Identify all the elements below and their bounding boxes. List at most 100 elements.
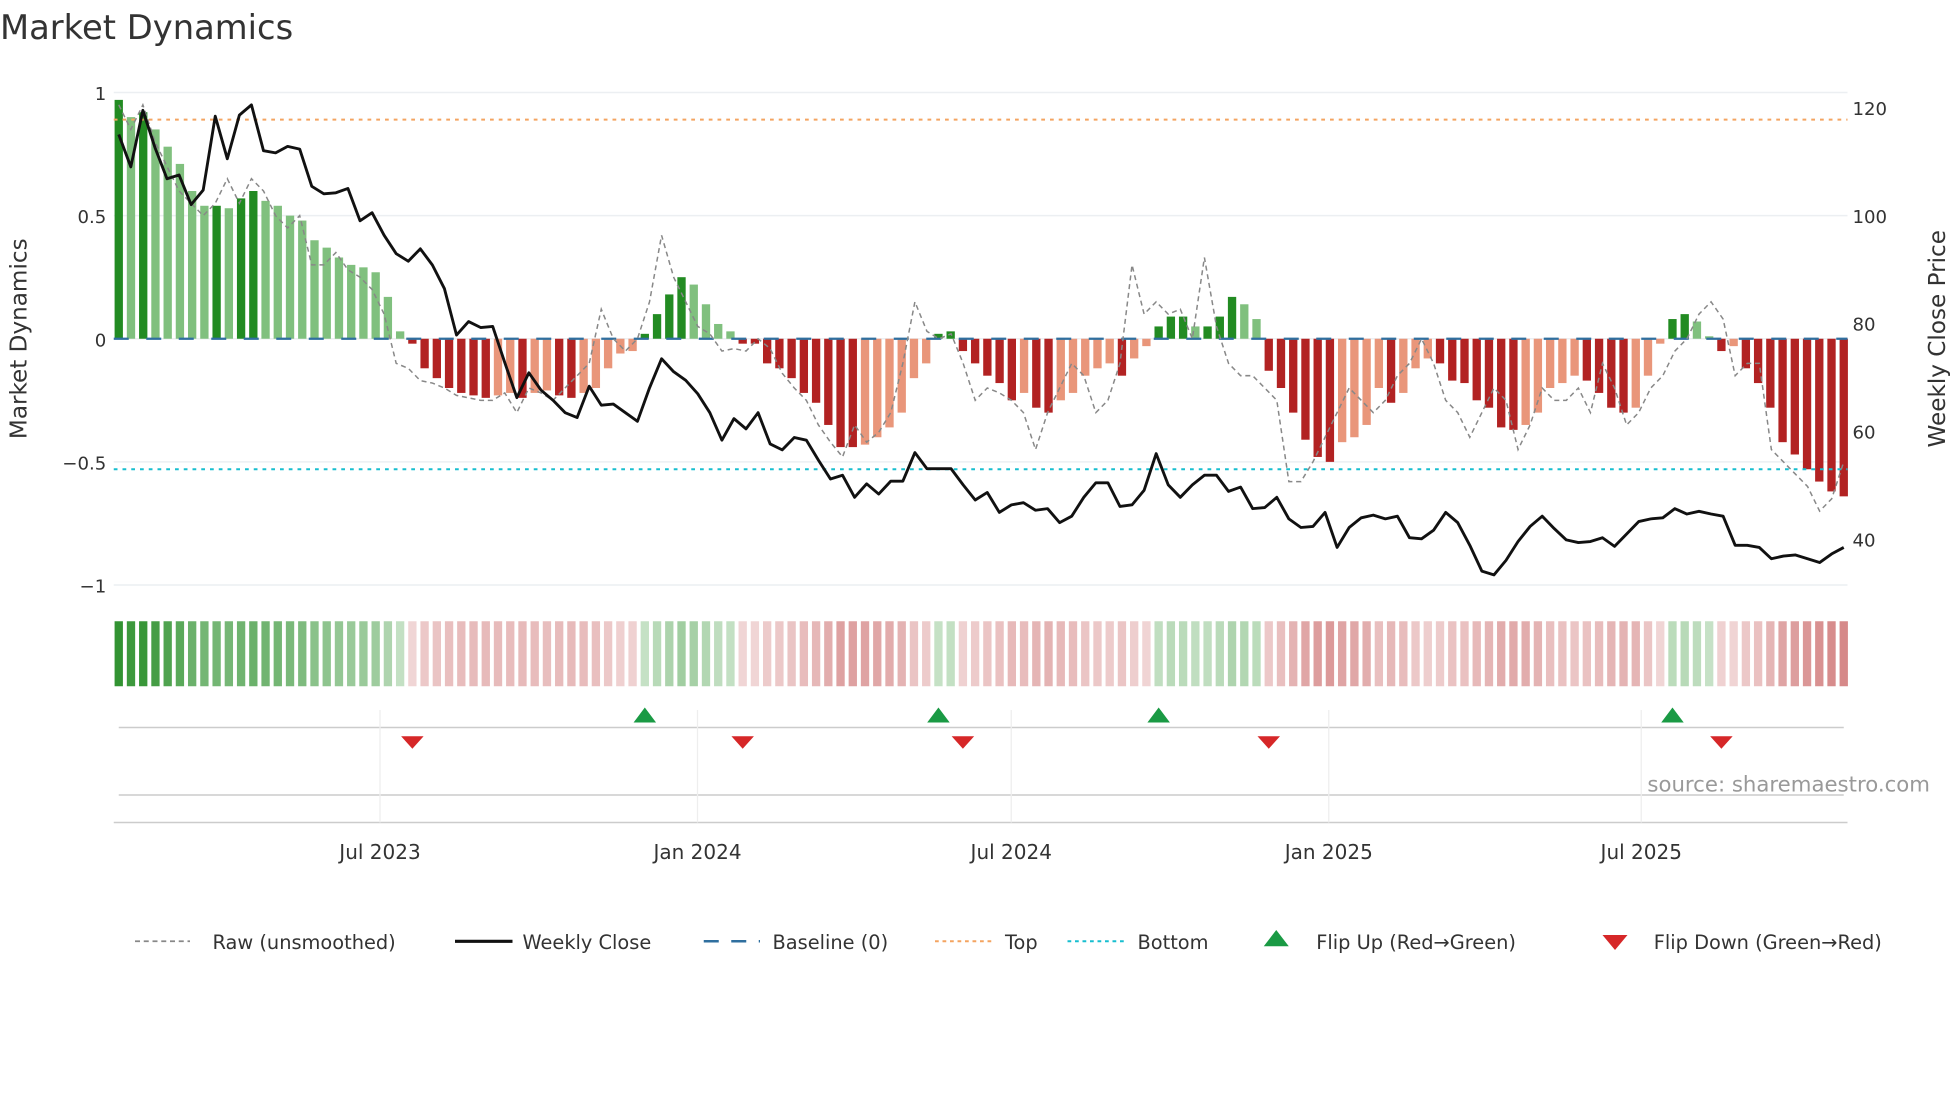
heat-strip-cell bbox=[310, 621, 319, 687]
heat-strip-cell bbox=[860, 621, 870, 687]
heat-strip-cell bbox=[1668, 621, 1677, 687]
dynamics-bar bbox=[1301, 338, 1310, 440]
flip-down-marker bbox=[731, 736, 754, 749]
heat-strip-cell bbox=[1423, 621, 1432, 687]
heat-strip-cell bbox=[1753, 621, 1763, 687]
x-tick-label: Jul 2025 bbox=[1599, 840, 1682, 864]
dynamics-bar bbox=[1081, 338, 1090, 376]
heat-strip-cell bbox=[395, 621, 405, 687]
dynamics-bar bbox=[1656, 338, 1665, 344]
dynamics-bar bbox=[799, 338, 809, 393]
dynamics-bar bbox=[1019, 338, 1029, 393]
dynamics-bar bbox=[1252, 319, 1261, 339]
dynamics-bar bbox=[1313, 338, 1322, 457]
dynamics-bar bbox=[922, 338, 931, 364]
heat-strip-cell bbox=[726, 621, 735, 687]
heat-strip-cell bbox=[579, 621, 588, 687]
dynamics-bar bbox=[1521, 338, 1530, 425]
heat-strip-cell bbox=[518, 621, 527, 687]
dynamics-bar bbox=[1778, 338, 1787, 443]
heat-strip-cell bbox=[481, 621, 490, 687]
right-tick-label: 80 bbox=[1853, 315, 1876, 336]
dynamics-bar bbox=[860, 338, 870, 445]
dynamics-bar bbox=[1668, 319, 1677, 339]
flip-up-marker bbox=[633, 707, 657, 723]
heat-strip-cell bbox=[1815, 621, 1824, 687]
dynamics-bar bbox=[542, 338, 552, 391]
left-tick-label: 1 bbox=[95, 84, 107, 105]
dynamics-bar bbox=[236, 198, 246, 339]
dynamics-heat-strip bbox=[114, 621, 1848, 687]
heat-strip-cell bbox=[1680, 621, 1689, 687]
heat-strip-cell bbox=[1448, 621, 1457, 687]
heat-strip-cell bbox=[493, 621, 503, 687]
heat-strip-cell bbox=[151, 621, 160, 687]
heat-strip-cell bbox=[249, 621, 258, 687]
dynamics-bar bbox=[1325, 338, 1335, 462]
legend-label: Flip Up (Red→Green) bbox=[1316, 931, 1516, 954]
legend-label: Raw (unsmoothed) bbox=[213, 931, 396, 954]
heat-strip-cell bbox=[1178, 621, 1188, 687]
dynamics-bar bbox=[995, 338, 1004, 384]
market-dynamics-chart: Market Dynamics 1 0.5 0 −0.5 −1 120 100 80 60 40… bbox=[0, 8, 1951, 954]
heat-strip-cell bbox=[714, 621, 723, 687]
heat-strip-cell bbox=[1142, 621, 1151, 687]
heat-strip-cell bbox=[506, 621, 515, 687]
dynamics-bar bbox=[555, 338, 564, 396]
dynamics-bar bbox=[1558, 338, 1567, 384]
dynamics-bar bbox=[187, 191, 197, 339]
dynamics-bar bbox=[909, 338, 919, 379]
dynamics-bar bbox=[334, 257, 344, 339]
heat-strip-cell bbox=[298, 621, 307, 687]
dynamics-bar bbox=[1815, 338, 1824, 482]
flip-up-marker bbox=[1147, 707, 1170, 723]
dynamics-bar bbox=[224, 208, 234, 339]
dynamics-bar bbox=[1631, 338, 1640, 408]
dynamics-bar bbox=[261, 200, 270, 339]
dynamics-bar bbox=[1411, 338, 1420, 369]
legend-label: Bottom bbox=[1138, 931, 1209, 954]
x-tick-label: Jul 2023 bbox=[337, 840, 420, 864]
heat-strip-cell bbox=[1276, 621, 1286, 687]
heat-strip-cell bbox=[689, 621, 698, 687]
heat-strip-cell bbox=[1301, 621, 1310, 687]
heat-strip-cell bbox=[677, 621, 686, 687]
heat-strip-cell bbox=[738, 621, 747, 687]
heat-strip-cell bbox=[1827, 621, 1836, 687]
heat-strip-cell bbox=[1252, 621, 1261, 687]
heat-strip-cell bbox=[750, 621, 760, 687]
heat-strip-cell bbox=[591, 621, 601, 687]
left-tick-label: 0 bbox=[95, 330, 107, 351]
heat-strip-cell bbox=[432, 621, 441, 687]
dynamics-bar bbox=[1435, 338, 1445, 364]
dynamics-bar bbox=[457, 338, 466, 393]
left-tick-label: −1 bbox=[80, 577, 107, 598]
flip-down-marker bbox=[1257, 736, 1280, 749]
heat-strip-cell bbox=[922, 621, 931, 687]
heat-strip-cell bbox=[1362, 621, 1371, 687]
dynamics-bar bbox=[298, 220, 307, 339]
dynamics-bar bbox=[1191, 326, 1200, 339]
heat-strip-cell bbox=[1019, 621, 1029, 687]
heat-strip-cell bbox=[946, 621, 955, 687]
flip-down-marker bbox=[401, 736, 424, 749]
heat-strip-cell bbox=[1729, 621, 1738, 687]
dynamics-bar bbox=[1166, 316, 1176, 339]
dynamics-bar bbox=[603, 338, 613, 369]
dynamics-bar bbox=[1607, 338, 1616, 408]
dynamics-bar bbox=[1032, 338, 1041, 408]
dynamics-bar bbox=[1044, 338, 1053, 413]
heat-strip-cell bbox=[640, 621, 649, 687]
heat-strip-cell bbox=[444, 621, 454, 687]
x-tick-label: Jan 2024 bbox=[651, 840, 741, 864]
dynamics-bar bbox=[212, 205, 221, 339]
dynamics-bar bbox=[1240, 304, 1249, 339]
heat-strip-cell bbox=[187, 621, 197, 687]
heat-strip-cell bbox=[1607, 621, 1616, 687]
heat-strip-cell bbox=[970, 621, 980, 687]
heat-strip-cell bbox=[701, 621, 711, 687]
dynamics-bar bbox=[249, 191, 258, 339]
heat-strip-cell bbox=[1643, 621, 1653, 687]
heat-strip-cell bbox=[1313, 621, 1322, 687]
legend-flip-down-icon bbox=[1602, 935, 1628, 950]
